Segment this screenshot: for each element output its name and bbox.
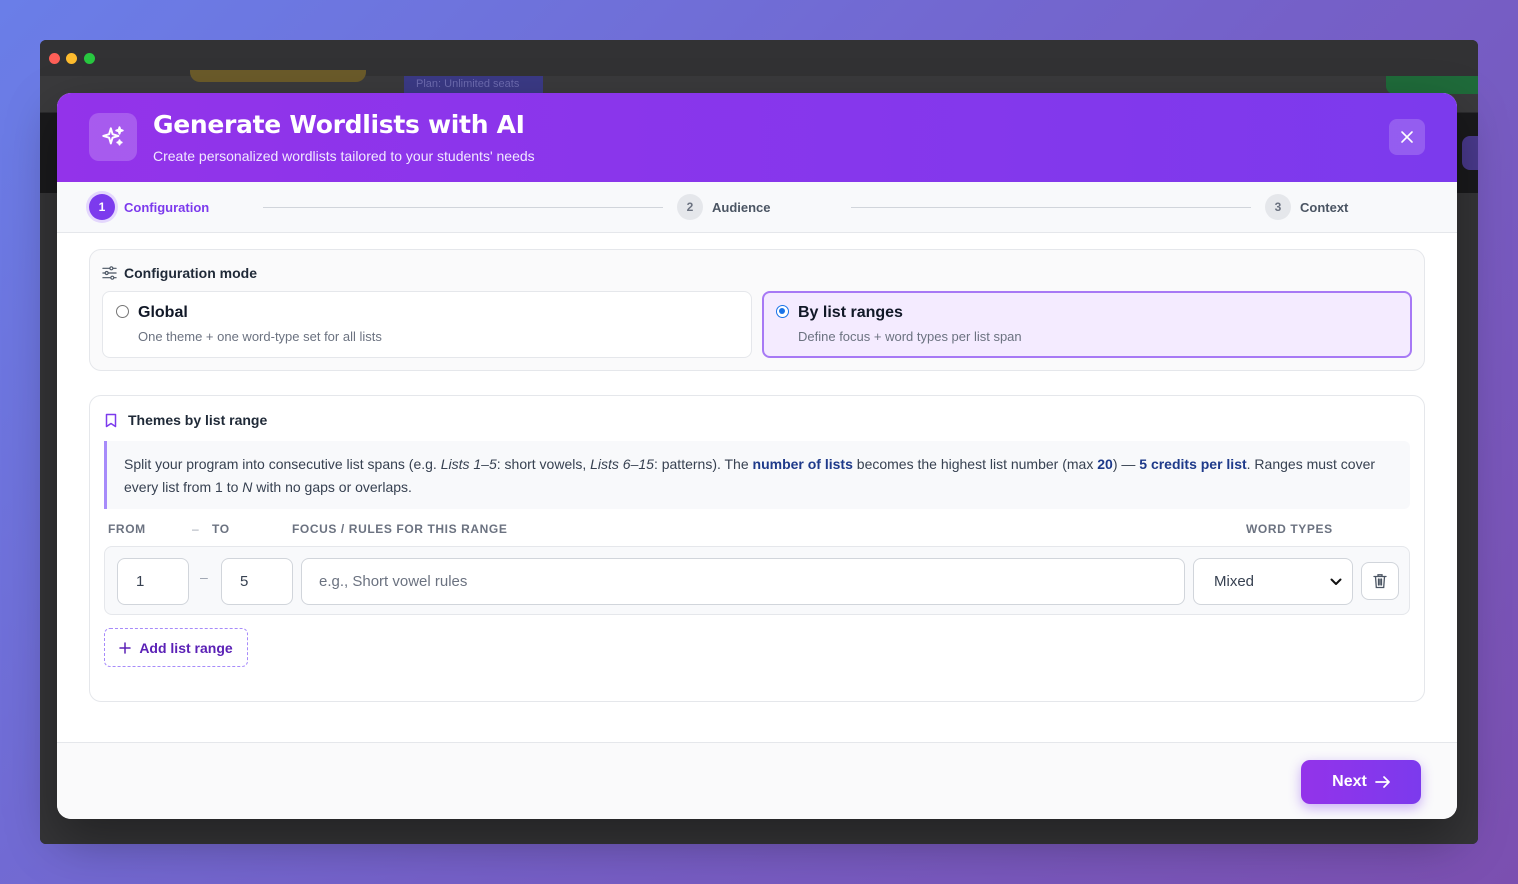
mode-description: Define focus + word types per list span (798, 329, 1022, 344)
word-types-value: Mixed (1214, 573, 1255, 590)
step-number: 2 (677, 194, 703, 220)
background-green-button (1386, 76, 1478, 94)
sparkles-icon (89, 113, 137, 161)
modal-title: Generate Wordlists with AI (153, 110, 525, 139)
step-context[interactable]: 3 Context (1265, 194, 1348, 220)
background-plan-badge: Plan: Unlimited seats (404, 76, 543, 93)
configuration-mode-label: Configuration mode (124, 265, 257, 281)
generate-wordlists-modal: Generate Wordlists with AI Create person… (57, 93, 1457, 819)
next-label: Next (1332, 773, 1367, 790)
trash-icon (1373, 574, 1387, 589)
maximize-window-button[interactable] (84, 53, 95, 64)
themes-by-list-range-section: Themes by list range Split your program … (89, 395, 1425, 702)
mode-title: By list ranges (798, 304, 903, 321)
modal-footer: Next (57, 742, 1457, 819)
close-window-button[interactable] (49, 53, 60, 64)
step-connector (851, 207, 1251, 208)
column-header-from: FROM (108, 522, 146, 536)
step-label: Configuration (124, 199, 210, 215)
range-row: – Mixed (104, 546, 1410, 615)
range-dash: – (200, 569, 208, 585)
mode-option-by-list-ranges[interactable]: By list ranges Define focus + word types… (762, 291, 1412, 358)
add-list-range-label: Add list range (139, 639, 233, 656)
themes-heading: Themes by list range (105, 412, 267, 428)
background-logo (190, 70, 366, 82)
themes-label: Themes by list range (128, 412, 268, 428)
mode-title: Global (138, 304, 188, 321)
mode-option-global[interactable]: Global One theme + one word-type set for… (102, 291, 752, 358)
close-icon (1401, 131, 1413, 143)
chevron-down-icon (1330, 578, 1342, 585)
global-radio[interactable] (116, 305, 129, 318)
by-list-ranges-radio[interactable] (776, 305, 789, 318)
range-to-input[interactable] (221, 558, 293, 605)
step-number: 1 (89, 194, 115, 220)
range-focus-input[interactable] (301, 558, 1185, 605)
plus-icon (119, 641, 132, 654)
column-header-focus: FOCUS / RULES FOR THIS RANGE (292, 522, 508, 536)
configuration-mode-heading: Configuration mode (102, 265, 257, 281)
step-connector (263, 207, 663, 208)
add-list-range-button[interactable]: Add list range (104, 628, 248, 667)
modal-header: Generate Wordlists with AI Create person… (57, 93, 1457, 182)
bookmark-icon (105, 413, 117, 427)
background-purple-button (1462, 136, 1478, 170)
close-modal-button[interactable] (1389, 119, 1425, 155)
step-label: Context (1300, 199, 1349, 215)
configuration-mode-section: Configuration mode Global One theme + on… (89, 249, 1425, 371)
arrow-right-icon (1374, 776, 1390, 788)
column-header-dash: – (192, 522, 200, 536)
modal-subtitle: Create personalized wordlists tailored t… (153, 148, 535, 164)
sliders-icon (102, 266, 117, 280)
next-button[interactable]: Next (1301, 760, 1421, 804)
stepper: 1 Configuration 2 Audience 3 Context (57, 182, 1457, 233)
step-audience[interactable]: 2 Audience (677, 194, 771, 220)
delete-range-button[interactable] (1361, 562, 1399, 600)
column-header-word-types: WORD TYPES (1246, 522, 1333, 536)
step-label: Audience (712, 199, 771, 215)
range-from-input[interactable] (117, 558, 189, 605)
mode-description: One theme + one word-type set for all li… (138, 329, 382, 344)
step-configuration[interactable]: 1 Configuration (89, 194, 209, 220)
step-number: 3 (1265, 194, 1291, 220)
column-header-to: TO (212, 522, 230, 536)
range-info-text: Split your program into consecutive list… (104, 441, 1410, 509)
word-types-select[interactable]: Mixed (1193, 558, 1353, 605)
minimize-window-button[interactable] (66, 53, 77, 64)
